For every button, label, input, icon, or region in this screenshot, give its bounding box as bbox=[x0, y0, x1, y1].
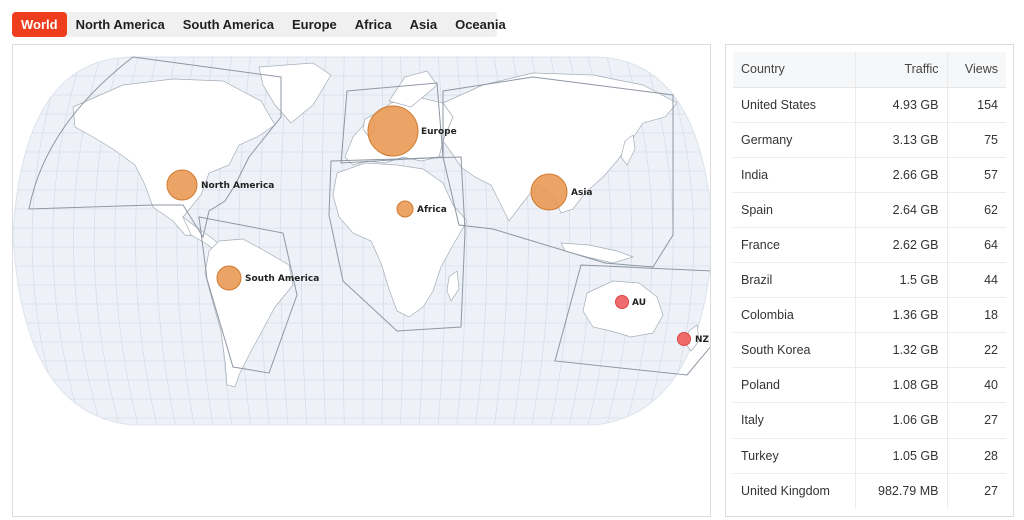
cell-traffic: 4.93 GB bbox=[854, 87, 947, 123]
cell-traffic: 2.64 GB bbox=[854, 192, 947, 228]
cell-views: 64 bbox=[946, 227, 1006, 264]
cell-country: United States bbox=[733, 87, 855, 123]
cell-views: 28 bbox=[946, 438, 1006, 474]
label-nz: NZ bbox=[695, 335, 710, 345]
cell-traffic: 3.13 GB bbox=[854, 122, 947, 158]
table-row[interactable]: South Korea 1.32 GB 22 bbox=[733, 332, 1006, 369]
cell-traffic: 1.32 GB bbox=[854, 332, 947, 369]
bubble-nz[interactable] bbox=[677, 332, 691, 346]
cell-country: India bbox=[733, 157, 855, 193]
cell-views: 22 bbox=[946, 332, 1006, 369]
cell-country: Spain bbox=[733, 192, 855, 228]
column-header-traffic[interactable]: Traffic bbox=[854, 52, 947, 88]
column-header-views[interactable]: Views bbox=[946, 52, 1006, 88]
cell-traffic: 982.79 MB bbox=[854, 473, 947, 509]
bubble-asia[interactable] bbox=[530, 173, 568, 211]
label-africa: Africa bbox=[417, 205, 447, 215]
bubble-europe[interactable] bbox=[367, 105, 419, 157]
cell-traffic: 2.62 GB bbox=[854, 227, 947, 264]
label-au: AU bbox=[632, 298, 646, 308]
table-row[interactable]: Spain 2.64 GB 62 bbox=[733, 192, 1006, 228]
bubble-north-america[interactable] bbox=[166, 169, 198, 201]
cell-country: Turkey bbox=[733, 438, 855, 474]
table-header-row: Country Traffic Views bbox=[733, 52, 1006, 88]
column-header-country[interactable]: Country bbox=[733, 52, 855, 88]
cell-country: France bbox=[733, 227, 855, 264]
cell-views: 57 bbox=[946, 157, 1006, 193]
cell-views: 44 bbox=[946, 262, 1006, 299]
cell-country: Brazil bbox=[733, 262, 855, 299]
cell-country: South Korea bbox=[733, 332, 855, 369]
tab-north-america[interactable]: North America bbox=[67, 12, 174, 37]
table-row[interactable]: United Kingdom 982.79 MB 27 bbox=[733, 473, 1006, 509]
table-row[interactable]: Poland 1.08 GB 40 bbox=[733, 367, 1006, 404]
table-row[interactable]: Brazil 1.5 GB 44 bbox=[733, 262, 1006, 299]
cell-country: Italy bbox=[733, 402, 855, 439]
cell-traffic: 1.36 GB bbox=[854, 297, 947, 334]
cell-views: 18 bbox=[946, 297, 1006, 334]
table-row[interactable]: Italy 1.06 GB 27 bbox=[733, 402, 1006, 439]
cell-country: Colombia bbox=[733, 297, 855, 334]
country-traffic-table: Country Traffic Views United States 4.93 … bbox=[733, 52, 1006, 509]
cell-traffic: 1.08 GB bbox=[854, 367, 947, 404]
cell-views: 27 bbox=[946, 473, 1006, 509]
label-south-america: South America bbox=[245, 274, 319, 284]
cell-traffic: 1.5 GB bbox=[854, 262, 947, 299]
cell-country: Germany bbox=[733, 122, 855, 158]
table-row[interactable]: Turkey 1.05 GB 28 bbox=[733, 438, 1006, 474]
label-europe: Europe bbox=[421, 127, 457, 137]
cell-traffic: 2.66 GB bbox=[854, 157, 947, 193]
cell-traffic: 1.06 GB bbox=[854, 402, 947, 439]
region-tabs: World North America South America Europe… bbox=[12, 12, 506, 37]
world-map[interactable]: North America South America Europe Afric… bbox=[13, 45, 711, 517]
table-row[interactable]: France 2.62 GB 64 bbox=[733, 227, 1006, 264]
tab-oceania[interactable]: Oceania bbox=[446, 12, 515, 37]
table-body: United States 4.93 GB 154 Germany 3.13 GB 75 I… bbox=[733, 87, 1006, 509]
tab-south-america[interactable]: South America bbox=[174, 12, 283, 37]
cell-views: 40 bbox=[946, 367, 1006, 404]
cell-country: Poland bbox=[733, 367, 855, 404]
label-asia: Asia bbox=[571, 188, 592, 198]
bubble-au[interactable] bbox=[615, 295, 629, 309]
label-north-america: North America bbox=[201, 181, 274, 191]
cell-views: 62 bbox=[946, 192, 1006, 228]
tab-asia[interactable]: Asia bbox=[401, 12, 446, 37]
cell-views: 154 bbox=[946, 87, 1006, 123]
table-row[interactable]: United States 4.93 GB 154 bbox=[733, 87, 1006, 123]
cell-views: 75 bbox=[946, 122, 1006, 158]
world-map-panel: North America South America Europe Afric… bbox=[12, 44, 711, 517]
cell-views: 27 bbox=[946, 402, 1006, 439]
cell-traffic: 1.05 GB bbox=[854, 438, 947, 474]
table-row[interactable]: India 2.66 GB 57 bbox=[733, 157, 1006, 193]
tab-europe[interactable]: Europe bbox=[283, 12, 346, 37]
country-table-panel: Country Traffic Views United States 4.93 … bbox=[725, 44, 1014, 517]
tab-africa[interactable]: Africa bbox=[346, 12, 401, 37]
table-row[interactable]: Colombia 1.36 GB 18 bbox=[733, 297, 1006, 334]
tab-world[interactable]: World bbox=[12, 12, 67, 37]
bubble-africa[interactable] bbox=[396, 200, 414, 218]
bubble-south-america[interactable] bbox=[216, 265, 242, 291]
table-row[interactable]: Germany 3.13 GB 75 bbox=[733, 122, 1006, 158]
cell-country: United Kingdom bbox=[741, 483, 830, 498]
